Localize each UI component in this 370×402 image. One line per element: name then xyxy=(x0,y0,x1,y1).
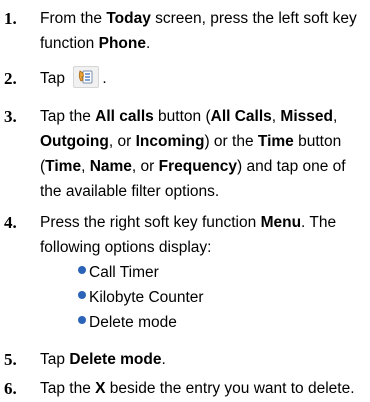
step-text: Tap . xyxy=(40,66,368,91)
step-number: 2. xyxy=(4,69,17,88)
step-text: Press the right soft key function Menu. … xyxy=(40,214,337,256)
step-text: From the Today screen, press the left so… xyxy=(40,10,357,52)
step-number: 6. xyxy=(4,379,17,398)
step-number: 4. xyxy=(4,213,17,232)
menu-options-list: Call Timer Kilobyte Counter Delete mode xyxy=(78,260,358,335)
step-number: 5. xyxy=(4,350,17,369)
phone-contacts-icon xyxy=(73,66,100,88)
list-item: Delete mode xyxy=(78,310,358,335)
bullet-icon xyxy=(78,291,86,299)
step-text: Tap the X beside the entry you want to d… xyxy=(40,380,355,397)
step-number: 3. xyxy=(4,107,17,126)
step-text: Tap the All calls button (All Calls, Mis… xyxy=(40,108,346,200)
step-number: 1. xyxy=(4,9,17,28)
step-text: Tap Delete mode. xyxy=(40,351,166,368)
list-item: Kilobyte Counter xyxy=(78,285,358,310)
bullet-icon xyxy=(78,266,86,274)
bullet-icon xyxy=(78,316,86,324)
list-item: Call Timer xyxy=(78,260,358,285)
